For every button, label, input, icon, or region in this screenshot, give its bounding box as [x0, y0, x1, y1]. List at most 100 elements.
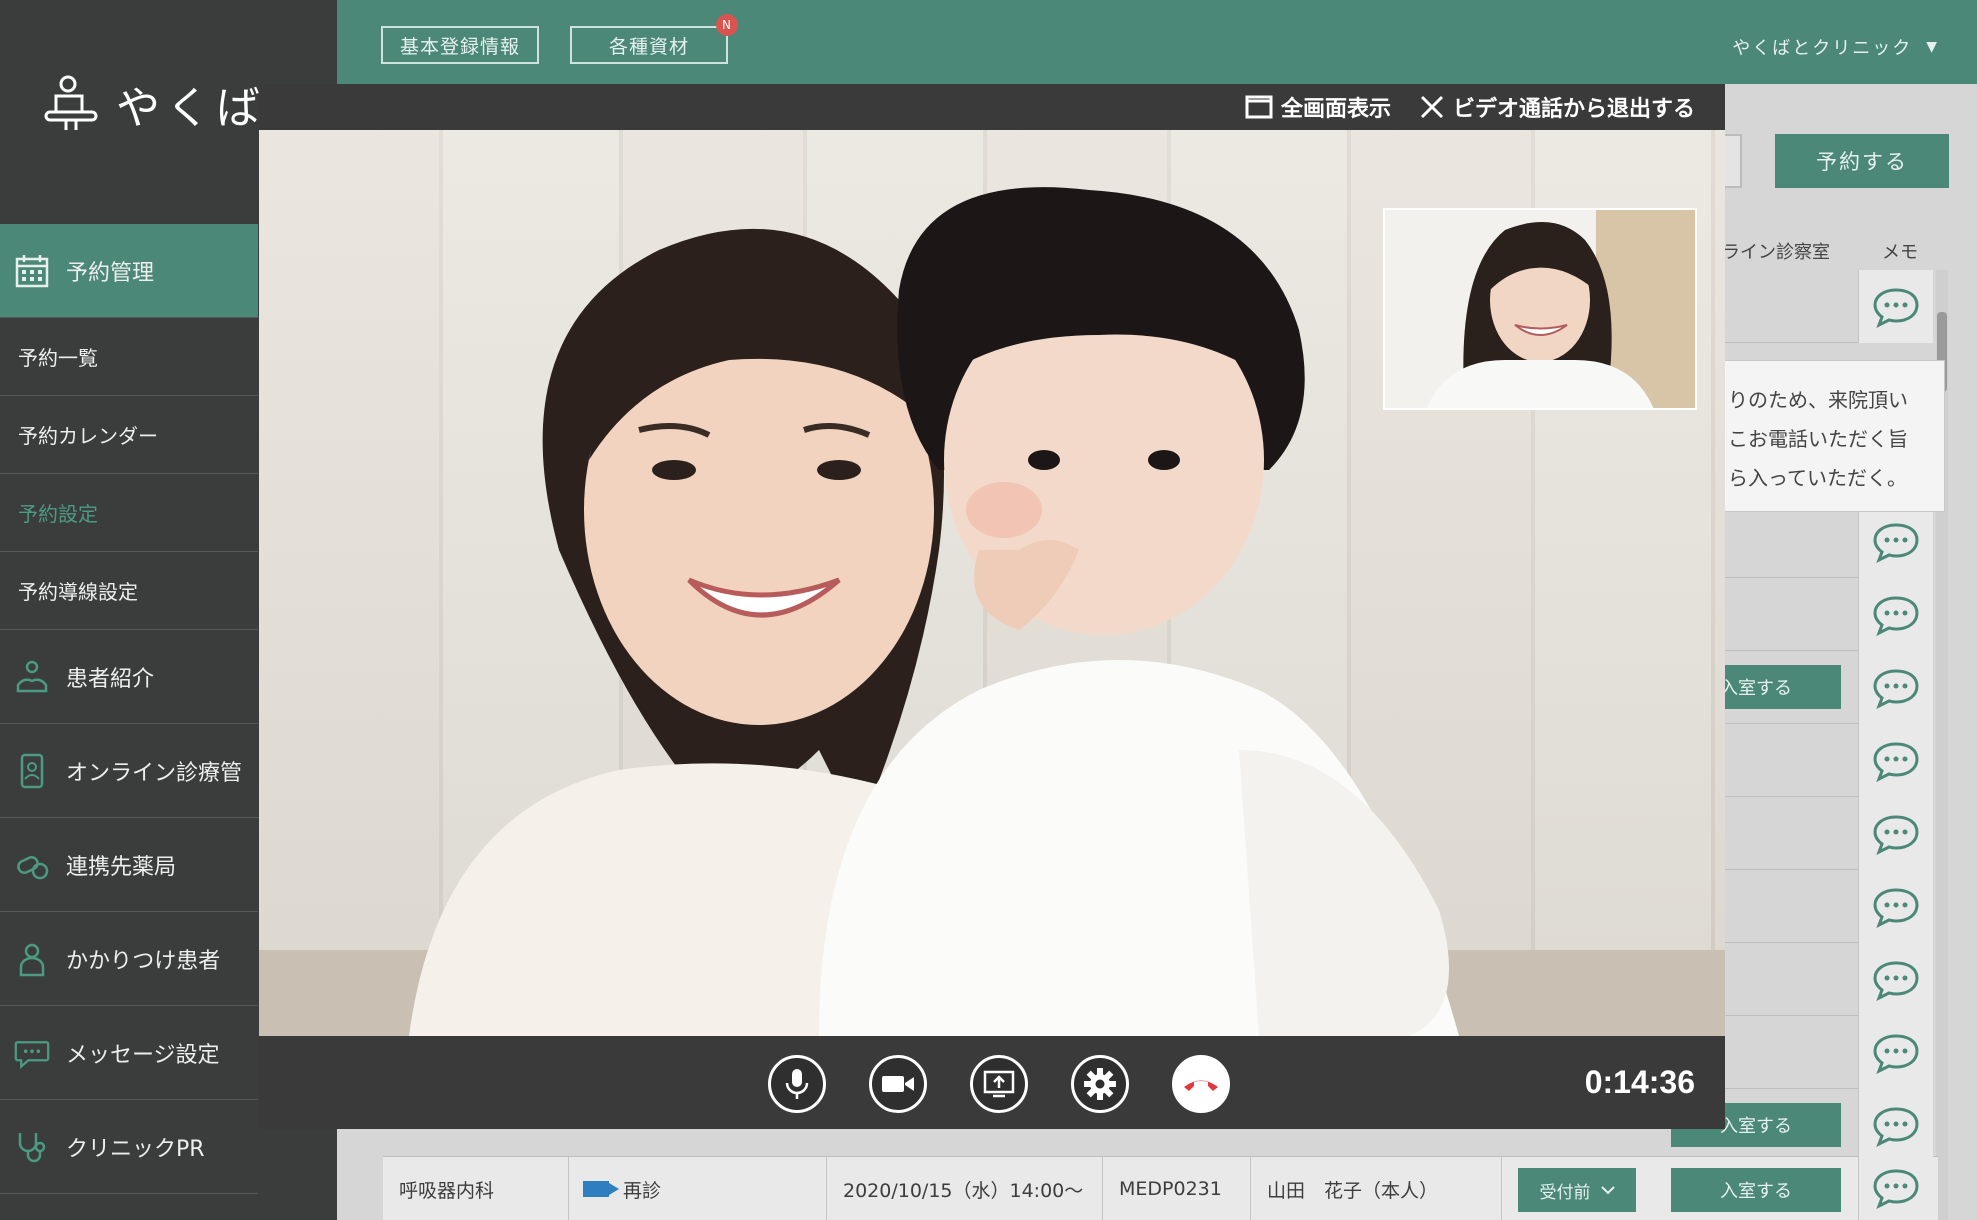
top-bar: 基本登録情報 各種資材 N やくばとクリニック ▼ [337, 0, 1977, 84]
memo-button[interactable] [1858, 270, 1933, 343]
sidebar-item-patient-referral[interactable]: 患者紹介 [0, 630, 258, 724]
screen-share-button[interactable] [970, 1055, 1028, 1113]
screen-share-icon [983, 1070, 1015, 1098]
memo-button[interactable] [1858, 1016, 1933, 1089]
memo-popover: りのため、来院頂い こお電話いただく旨 ら入っていただく。 [1715, 360, 1945, 512]
fullscreen-button[interactable]: 全画面表示 [1245, 91, 1391, 123]
datetime-cell: 2020/10/15（水）14:00〜 [827, 1157, 1103, 1220]
memo-chat-icon [1873, 814, 1919, 855]
memo-chat-icon [1873, 887, 1919, 928]
sidebar-item-label: かかりつけ患者 [66, 948, 221, 974]
memo-line: りのため、来院頂い [1728, 388, 1908, 412]
column-header-online-room: ライン診察室 [1722, 242, 1830, 263]
memo-button[interactable] [1858, 943, 1933, 1016]
enter-room-button[interactable]: 入室する [1671, 1168, 1841, 1212]
memo-line: こお電話いただく旨 [1728, 427, 1908, 451]
visit-type-label: 再診 [623, 1179, 662, 1202]
sidebar-item-label: 予約導線設定 [18, 580, 138, 604]
new-badge: N [716, 14, 738, 36]
memo-chat-icon [1873, 1033, 1919, 1074]
fullscreen-label: 全画面表示 [1280, 97, 1391, 122]
exit-call-label: ビデオ通話から退出する [1452, 97, 1695, 122]
status-label: 受付前 [1539, 1182, 1591, 1203]
status-dropdown[interactable]: 受付前 [1518, 1168, 1636, 1212]
column-header-memo: メモ [1882, 242, 1918, 263]
memo-button[interactable] [1858, 505, 1933, 578]
hand-heart-icon [14, 659, 50, 695]
memo-button[interactable] [1858, 651, 1933, 724]
self-view-video[interactable] [1383, 208, 1697, 410]
sidebar-item-label: 予約管理 [66, 260, 155, 286]
sidebar-item-label: メッセージ設定 [66, 1042, 220, 1068]
clinic-selector[interactable]: やくばとクリニック ▼ [1732, 34, 1939, 60]
sidebar-item-clinic-pr[interactable]: クリニックPR [0, 1100, 258, 1194]
memo-chat-icon [1873, 1169, 1919, 1209]
materials-button[interactable]: 各種資材 N [570, 14, 738, 64]
exit-call-button[interactable]: ビデオ通話から退出する [1419, 91, 1695, 123]
sidebar-item-label: 予約設定 [18, 502, 98, 526]
hang-up-button[interactable] [1172, 1055, 1230, 1113]
patient-id-cell: MEDP0231 [1103, 1157, 1251, 1220]
memo-line: ら入っていただく。 [1728, 466, 1907, 490]
person-icon [14, 941, 50, 977]
patient-name-cell: 山田 花子（本人） [1251, 1157, 1502, 1220]
sidebar-item-regular-patients[interactable]: かかりつけ患者 [0, 912, 258, 1006]
calendar-icon [14, 253, 50, 289]
visit-type-cell: 再診 [569, 1157, 827, 1220]
sidebar-item-label: 予約カレンダー [18, 424, 158, 448]
sidebar-item-reservation-settings[interactable]: 予約設定 [0, 474, 258, 552]
sidebar-item-reservation-calendar[interactable]: 予約カレンダー [0, 396, 258, 474]
department-cell: 呼吸器内科 [383, 1157, 569, 1220]
memo-button[interactable] [1858, 724, 1933, 797]
sidebar-item-reservation[interactable]: 予約管理 [0, 224, 258, 318]
sidebar-item-reservation-flow[interactable]: 予約導線設定 [0, 552, 258, 630]
sidebar-item-label: オンライン診療管 [66, 760, 243, 786]
basic-info-button[interactable]: 基本登録情報 [381, 26, 539, 64]
remote-video-feed [259, 130, 1725, 1036]
memo-chat-icon [1873, 1106, 1919, 1147]
memo-chat-icon [1873, 287, 1919, 328]
sidebar-item-partner-pharmacy[interactable]: 連携先薬局 [0, 818, 258, 912]
video-call-modal: 全画面表示 ビデオ通話から退出する 0:14:36 [259, 84, 1725, 1129]
sidebar-item-label: 予約一覧 [18, 346, 98, 370]
fullscreen-icon [1245, 95, 1273, 119]
settings-button[interactable] [1071, 1055, 1129, 1113]
chat-bubble-icon [14, 1035, 50, 1071]
pill-icon [14, 847, 50, 883]
microphone-button[interactable] [768, 1055, 826, 1113]
logo-icon [44, 75, 98, 130]
doctor-video-image [1426, 222, 1654, 408]
microphone-icon [785, 1069, 809, 1099]
memo-chat-icon [1873, 668, 1919, 709]
memo-button[interactable] [1858, 1156, 1933, 1220]
sidebar-item-message-settings[interactable]: メッセージ設定 [0, 1006, 258, 1100]
video-camera-icon [583, 1181, 619, 1197]
sidebar-item-reservation-list[interactable]: 予約一覧 [0, 318, 258, 396]
memo-button[interactable] [1858, 578, 1933, 651]
clinic-name: やくばとクリニック [1732, 38, 1913, 59]
sidebar-item-label: 連携先薬局 [66, 854, 177, 880]
memo-chat-icon [1873, 741, 1919, 782]
memo-button[interactable] [1858, 870, 1933, 943]
memo-chat-icon [1873, 595, 1919, 636]
chevron-down-icon: ▼ [1926, 39, 1939, 55]
camera-button[interactable] [869, 1055, 927, 1113]
memo-button[interactable] [1858, 1089, 1933, 1162]
video-camera-icon [882, 1076, 914, 1092]
call-control-bar: 0:14:36 [259, 1036, 1725, 1129]
sidebar-item-label: クリニックPR [66, 1136, 205, 1162]
materials-button-label: 各種資材 [608, 35, 689, 58]
close-icon [1420, 95, 1444, 119]
reserve-button[interactable]: 予約する [1775, 134, 1949, 188]
call-timer: 0:14:36 [1584, 1064, 1695, 1100]
memo-button[interactable] [1858, 797, 1933, 870]
video-call-header: 全画面表示 ビデオ通話から退出する [259, 84, 1725, 130]
stethoscope-icon [14, 1129, 50, 1165]
sidebar-item-label: 患者紹介 [66, 666, 155, 692]
logo-text: やくば [116, 83, 266, 134]
gear-icon [1084, 1068, 1116, 1100]
memo-chat-icon [1873, 522, 1919, 563]
phone-hangup-icon [1184, 1080, 1218, 1091]
chevron-down-icon [1600, 1186, 1615, 1195]
memo-chat-icon [1873, 960, 1919, 1001]
